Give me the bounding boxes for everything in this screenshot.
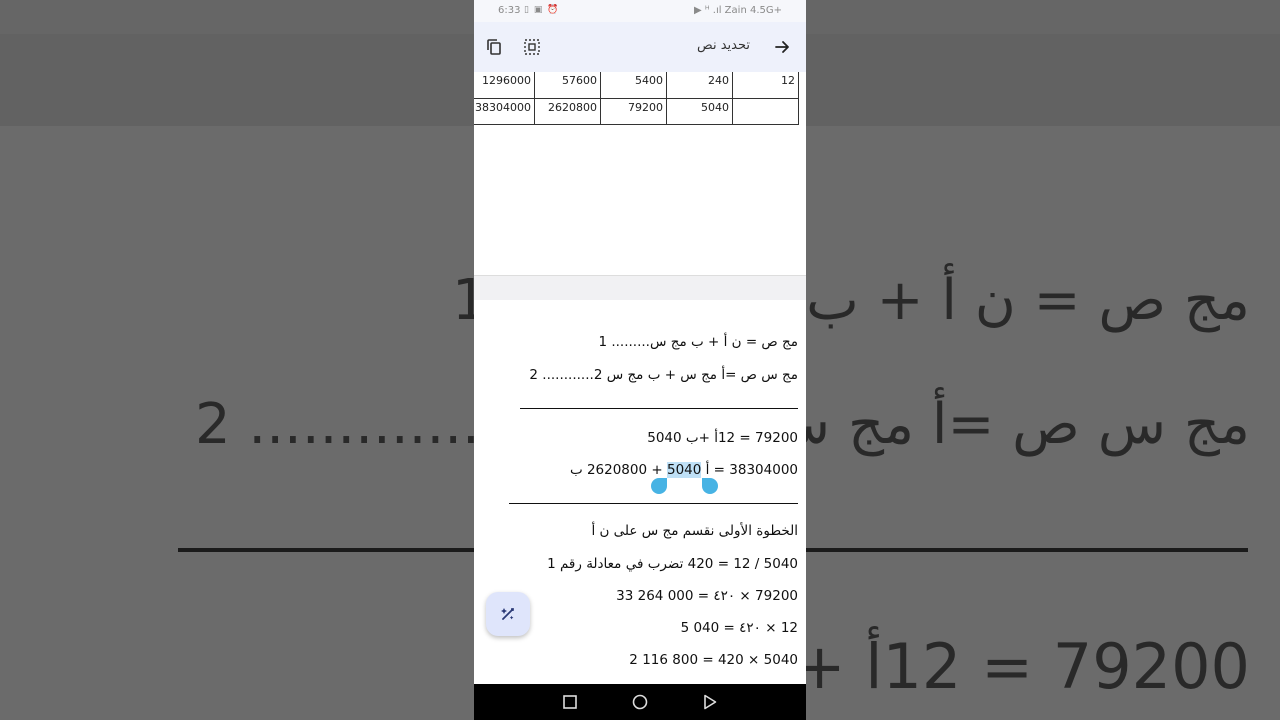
status-icons-left: ▯ ▣ ⏰ xyxy=(524,5,560,15)
table-cell: 5040 xyxy=(666,97,733,125)
bg-eq2: مج س ص =أ مج س xyxy=(761,392,1250,457)
back-icon[interactable] xyxy=(700,692,720,712)
bg-eq3: 79200 = 12أ +ب xyxy=(735,630,1250,703)
table-cell: 1296000 xyxy=(474,72,535,99)
table-cell: 5400 xyxy=(600,72,667,99)
selected-text[interactable]: 5040 xyxy=(666,462,702,478)
status-time: 6:33 xyxy=(498,5,521,16)
page-break xyxy=(474,275,806,300)
status-network: ▶ ᴴ .ıl Zain 4.5G+ xyxy=(693,5,782,16)
bg-eq1: مج ص = ن أ + ب مـ xyxy=(741,268,1250,333)
equation-4: 38304000 = أ 5040 + 2620800 ب xyxy=(570,462,798,478)
table-cell: 240 xyxy=(666,72,733,99)
home-icon[interactable] xyxy=(630,692,650,712)
divider xyxy=(520,408,798,409)
divider xyxy=(509,503,798,504)
equation-1: مج ص = ن أ + ب مج س......... 1 xyxy=(598,334,798,350)
table-cell: 12 xyxy=(732,72,799,99)
nav-bar xyxy=(474,684,806,720)
app-bar: تحديد نص xyxy=(474,22,806,72)
edit-sparkle-icon xyxy=(501,608,514,620)
equation-4-end: + 2620800 ب xyxy=(569,462,667,478)
recents-icon[interactable] xyxy=(560,692,580,712)
bg-eq2-tail: 2 .............. xyxy=(195,392,498,457)
table-cell: 57600 xyxy=(534,72,601,99)
copy-icon[interactable] xyxy=(482,35,506,59)
values-table: 1296000 57600 5400 240 12 38304000 26208… xyxy=(474,72,799,125)
select-all-icon[interactable] xyxy=(520,35,544,59)
table-row: 38304000 2620800 79200 5040 xyxy=(474,97,799,125)
equation-4-start: 38304000 = أ xyxy=(701,462,798,478)
equation-2: مج س ص =أ مج س + ب مج س 2............ 2 xyxy=(529,367,798,383)
arrow-right-icon[interactable] xyxy=(770,35,794,59)
selection-handle-left[interactable] xyxy=(651,478,667,494)
selection-handle-right[interactable] xyxy=(702,478,718,494)
app-bar-title: تحديد نص xyxy=(697,38,750,53)
edit-fab[interactable] xyxy=(486,592,530,636)
calc-3: 12 × ٤٢٠ = 040 5 xyxy=(680,620,798,636)
table-cell: 38304000 xyxy=(474,97,535,125)
table-cell xyxy=(732,97,799,125)
document-view[interactable]: 1296000 57600 5400 240 12 38304000 26208… xyxy=(474,72,806,684)
calc-2: 79200 × ٤٢٠ = 000 264 33 xyxy=(616,588,798,604)
status-bar: 6:33 ▯ ▣ ⏰ ▶ ᴴ .ıl Zain 4.5G+ xyxy=(474,0,806,22)
table-cell: 79200 xyxy=(600,97,667,125)
table-row: 1296000 57600 5400 240 12 xyxy=(474,72,799,99)
step-1: الخطوة الأولى نقسم مج س على ن أ xyxy=(591,523,798,539)
table-cell: 2620800 xyxy=(534,97,601,125)
calc-4: 5040 × 420 = 800 116 2 xyxy=(629,652,798,668)
calc-1: 5040 / 12 = 420 تضرب في معادلة رقم 1 xyxy=(547,556,798,572)
equation-3: 79200 = 12أ +ب 5040 xyxy=(647,430,798,446)
phone-screen: 6:33 ▯ ▣ ⏰ ▶ ᴴ .ıl Zain 4.5G+ تحديد نص 1… xyxy=(474,0,806,720)
